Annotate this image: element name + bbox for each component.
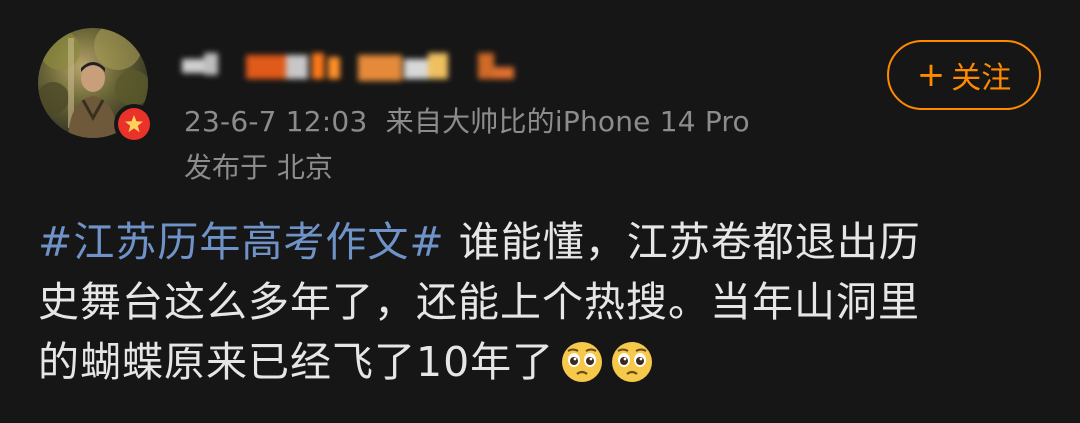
body-line2: 史舞台这么多年了，还能上个热搜。当年山洞里 [38, 278, 920, 326]
pleading-face-emoji [610, 340, 654, 384]
redaction-mosaic [182, 49, 522, 83]
pleading-face-emoji [560, 340, 604, 384]
star-icon [125, 115, 143, 133]
body-line1: 谁能懂，江苏卷都退出历 [444, 218, 921, 266]
location-city[interactable]: 北京 [277, 151, 333, 184]
body-line3: 的蝴蝶原来已经飞了10年了 [38, 338, 555, 386]
location-prefix: 发布于 [184, 151, 269, 184]
avatar-container[interactable] [38, 28, 154, 144]
timestamp: 23-6-7 12:03 [184, 105, 368, 138]
follow-button[interactable]: + 关注 [887, 40, 1041, 110]
verified-badge [114, 104, 154, 144]
post-meta: 23-6-7 12:03 来自大帅比的iPhone 14 Pro [184, 100, 750, 140]
username-redacted[interactable] [182, 44, 522, 88]
weibo-post: 23-6-7 12:03 来自大帅比的iPhone 14 Pro 发布于 北京 … [0, 0, 1080, 423]
post-body: #江苏历年高考作文# 谁能懂，江苏卷都退出历 史舞台这么多年了，还能上个热搜。当… [38, 212, 1048, 392]
source-prefix: 来自 [385, 105, 443, 138]
location: 发布于 北京 [184, 146, 333, 186]
plus-icon: + [916, 55, 946, 95]
hashtag-link[interactable]: #江苏历年高考作文# [38, 218, 445, 266]
follow-label: 关注 [951, 61, 1012, 96]
device-source[interactable]: 大帅比的iPhone 14 Pro [442, 105, 750, 138]
